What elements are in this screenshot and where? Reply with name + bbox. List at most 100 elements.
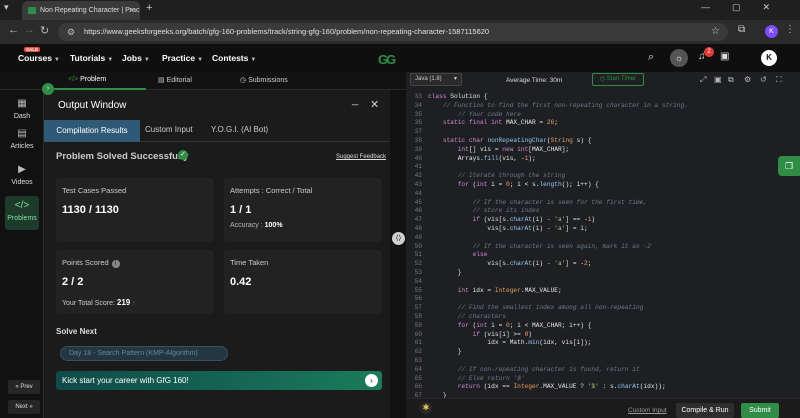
fullscreen-icon[interactable]: ⤢ (700, 75, 706, 85)
close-icon[interactable]: ✕ (370, 98, 379, 111)
total-score-value: 219 (116, 298, 131, 307)
gfg-logo[interactable]: GG (378, 52, 396, 67)
next-button[interactable]: Next » (8, 400, 40, 414)
copy-icon[interactable]: ⧉ (728, 75, 734, 85)
total-score-row: Your Total Score: 219 ↑ (62, 298, 136, 307)
submit-button[interactable]: Submit (741, 403, 779, 418)
theme-toggle-icon[interactable]: ☼ (670, 49, 688, 67)
browser-tab[interactable]: Non Repeating Character | Prac ✕ (22, 1, 140, 20)
tab-editorial[interactable]: ▤ Editorial (158, 76, 192, 84)
check-icon: ✓ (178, 150, 188, 160)
chevron-down-icon: ▼ (143, 57, 150, 63)
nav-practice[interactable]: Practice ▼ (162, 53, 203, 63)
next-problem-chip[interactable]: Day 18 - Search Pattern (KMP-Algorithm) (60, 346, 228, 361)
custom-input-link[interactable]: Custom Input (628, 407, 667, 414)
tab-editorial-label: Editorial (166, 77, 192, 84)
promo-banner[interactable]: Kick start your career with GfG 160! › (56, 371, 382, 390)
language-select[interactable]: Java (1.8) ▾ (410, 73, 462, 86)
nav-jobs[interactable]: Jobs ▼ (122, 53, 150, 63)
minimize-icon[interactable]: _ (352, 94, 358, 106)
tab-compilation-results[interactable]: Compilation Results (44, 120, 140, 142)
sidebar-item-problems[interactable]: </> Problems (5, 196, 39, 230)
line-number: 37 (414, 128, 422, 136)
save-icon[interactable]: ▣ (714, 75, 722, 84)
line-number: 61 (414, 339, 422, 347)
nav-courses[interactable]: Courses ▼ (18, 53, 60, 63)
accuracy-value: 100% (264, 222, 283, 229)
suggest-feedback-link[interactable]: Suggest Feedback (336, 154, 386, 160)
tab-yogi-ai-bot[interactable]: Y.O.G.I. (AI Bot) (211, 125, 268, 134)
new-tab-icon[interactable]: + (146, 2, 152, 14)
url-field[interactable]: ⚙ https://www.geeksforgeeks.org/batch/gf… (58, 23, 728, 41)
sidebar-item-videos[interactable]: ▶ Videos (5, 160, 39, 194)
resize-handle-icon[interactable]: ⟨⟩ (392, 232, 405, 245)
line-number: 57 (414, 304, 422, 312)
nav-contests[interactable]: Contests ▼ (212, 53, 256, 63)
language-value: Java (1.8) (415, 76, 442, 82)
code-icon: </> (68, 76, 79, 83)
promo-text: Kick start your career with GfG 160! (62, 376, 189, 385)
line-number: 58 (414, 312, 422, 320)
tests-label: Test Cases Passed (62, 186, 127, 195)
code-editor[interactable]: 33 34 35 36 37 38 39 40 41 42 43 44 45 46 47 48 49 50 51 52… (406, 90, 800, 398)
info-icon[interactable]: i (111, 260, 120, 268)
chat-icon[interactable]: ❐ (778, 156, 800, 176)
line-number: 51 (414, 251, 422, 259)
address-bar-row: ← → ↻ ⚙ https://www.geeksforgeeks.org/ba… (0, 20, 800, 44)
close-tab-icon[interactable]: ✕ (128, 1, 135, 20)
browser-profile-avatar[interactable]: K (765, 25, 778, 38)
line-number: 49 (414, 233, 422, 241)
settings-icon[interactable]: ⚙ (744, 75, 751, 84)
prev-button[interactable]: « Prev (8, 380, 40, 394)
url-text: https://www.geeksforgeeks.org/batch/gfg-… (84, 27, 490, 36)
extensions-icon[interactable]: ⧉ (738, 24, 745, 35)
compile-run-button[interactable]: Compile & Run (676, 403, 734, 418)
line-number: 60 (414, 330, 422, 338)
nav-tutorials[interactable]: Tutorials ▼ (70, 53, 113, 63)
start-timer-label: Start Timer (606, 76, 637, 82)
line-number: 36 (414, 119, 422, 127)
sidebar-item-dash[interactable]: ▦ Dash (5, 94, 39, 128)
reload-icon[interactable]: ↻ (40, 24, 49, 37)
nav-practice-label: Practice (162, 53, 196, 63)
lightbulb-icon[interactable]: ✱ (420, 402, 432, 414)
line-number: 56 (414, 295, 422, 303)
bookmark-star-icon[interactable]: ☆ (711, 23, 720, 41)
user-avatar[interactable]: K (761, 50, 777, 66)
expand-sidebar-icon[interactable]: › (42, 83, 54, 95)
code-icon: </> (14, 200, 30, 211)
accuracy-label: Accuracy : (230, 222, 263, 229)
total-score-label: Your Total Score: (62, 300, 115, 307)
line-number: 34 (414, 101, 422, 109)
cart-icon[interactable]: ▣ (720, 51, 729, 62)
code-content[interactable]: class Solution { // Function to find the… (428, 90, 800, 398)
forward-icon[interactable]: → (24, 24, 35, 36)
line-number: 38 (414, 136, 422, 144)
chevron-down-icon: ▼ (107, 57, 114, 63)
tests-passed-card: Test Cases Passed 1130 / 1130 (56, 178, 214, 242)
line-number: 45 (414, 198, 422, 206)
points-label: Points Scored (62, 258, 109, 267)
tab-submissions[interactable]: ◷ Submissions (240, 76, 288, 84)
attempts-card: Attempts : Correct / Total 1 / 1 Accurac… (224, 178, 382, 242)
article-icon: ▤ (17, 128, 27, 139)
tab-menu-icon[interactable]: ▾ (4, 2, 9, 13)
tab-problem[interactable]: </> Problem (68, 76, 106, 83)
sidebar-item-articles[interactable]: ▤ Articles (5, 124, 39, 158)
reset-icon[interactable]: ↺ (760, 75, 767, 84)
chevron-down-icon: ▼ (197, 57, 204, 63)
line-number: 41 (414, 163, 422, 171)
window-controls[interactable]: —▢✕ (701, 2, 792, 13)
start-timer-button[interactable]: ◷ Start Timer (592, 73, 644, 86)
expand-icon[interactable]: ⛶ (776, 75, 782, 85)
search-icon[interactable]: ⌕ (648, 51, 654, 64)
line-number: 40 (414, 154, 422, 162)
panel-divider[interactable] (390, 90, 406, 418)
browser-menu-icon[interactable]: ⋮ (785, 24, 795, 35)
arrow-right-icon[interactable]: › (365, 374, 378, 387)
back-icon[interactable]: ← (8, 24, 19, 36)
tab-custom-input[interactable]: Custom Input (145, 125, 193, 134)
history-icon: ◷ (240, 77, 247, 84)
time-value: 0.42 (230, 276, 252, 288)
site-info-icon[interactable]: ⚙ (67, 23, 75, 41)
